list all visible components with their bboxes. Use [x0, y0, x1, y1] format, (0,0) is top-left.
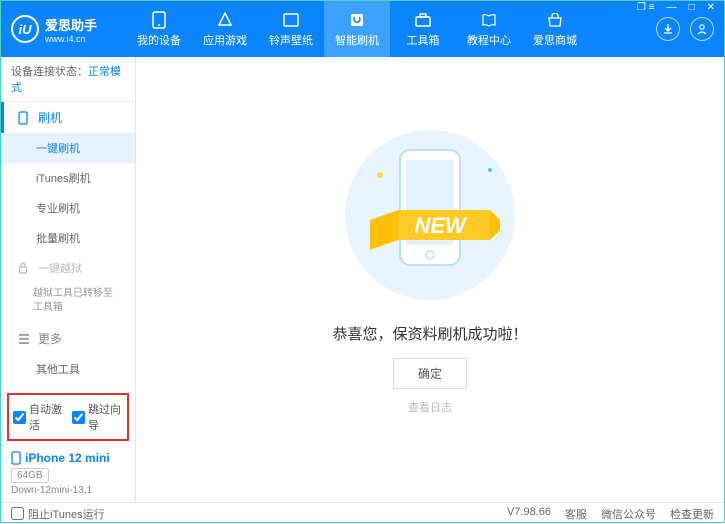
- nav-label: 智能刷机: [335, 32, 379, 48]
- window-close-icon[interactable]: ✕: [705, 0, 717, 15]
- sidebar: 设备连接状态：正常模式 刷机 一键刷机 iTunes刷机 专业刷机 批量刷机 一…: [1, 57, 136, 502]
- check-update-link[interactable]: 检查更新: [670, 506, 714, 522]
- toolbox-icon: [414, 11, 432, 29]
- section-label: 刷机: [38, 109, 62, 126]
- checkbox-label: 阻止iTunes运行: [28, 506, 105, 522]
- window-menu-icon[interactable]: ❐ ≡: [635, 0, 657, 15]
- wechat-link[interactable]: 微信公众号: [601, 506, 656, 522]
- version-label: V7.98.66: [507, 506, 551, 522]
- checkbox-skip-guide[interactable]: 跳过向导: [72, 401, 123, 433]
- checkbox-label: 自动激活: [29, 401, 64, 433]
- view-log-link[interactable]: 查看日志: [408, 399, 452, 415]
- checkbox-input[interactable]: [72, 411, 85, 424]
- jailbreak-note: 越狱工具已转移至工具箱: [1, 283, 135, 323]
- success-illustration: NEW: [340, 125, 520, 305]
- section-label: 更多: [38, 330, 62, 347]
- nav-label: 工具箱: [407, 32, 440, 48]
- window-min-icon[interactable]: —: [665, 0, 679, 15]
- ok-button[interactable]: 确定: [393, 358, 467, 389]
- window-max-icon[interactable]: □: [687, 0, 697, 15]
- apps-icon: [216, 11, 234, 29]
- nav-label: 应用游戏: [203, 32, 247, 48]
- checkbox-input[interactable]: [11, 507, 24, 520]
- nav-label: 铃声壁纸: [269, 32, 313, 48]
- device-storage: 64GB: [11, 468, 49, 483]
- nav-my-device[interactable]: 我的设备: [126, 1, 192, 57]
- footer: 阻止iTunes运行 V7.98.66 客服 微信公众号 检查更新: [1, 502, 724, 524]
- menu-icon: [18, 334, 32, 344]
- book-icon: [480, 11, 498, 29]
- device-name: iPhone 12 mini: [11, 451, 125, 465]
- section-label: 一键越狱: [38, 260, 82, 276]
- nav-ringtones[interactable]: 铃声壁纸: [258, 1, 324, 57]
- sidebar-more-header[interactable]: 更多: [1, 323, 135, 354]
- nav-toolbox[interactable]: 工具箱: [390, 1, 456, 57]
- checkbox-auto-activate[interactable]: 自动激活: [13, 401, 64, 433]
- nav-apps[interactable]: 应用游戏: [192, 1, 258, 57]
- success-message: 恭喜您，保资料刷机成功啦！: [332, 323, 527, 344]
- app-header: iU 爱思助手 www.i4.cn 我的设备 应用游戏 铃声壁纸 智能刷机 工具…: [1, 1, 724, 57]
- nav-store[interactable]: 爱思商城: [522, 1, 588, 57]
- nav-label: 教程中心: [467, 32, 511, 48]
- phone-icon: [150, 11, 168, 29]
- status-label: 设备连接状态：: [11, 66, 88, 78]
- main-content: NEW 恭喜您，保资料刷机成功啦！ 确定 查看日志: [136, 57, 724, 502]
- sidebar-item-itunes[interactable]: iTunes刷机: [1, 163, 135, 193]
- device-model: Down-12mini-13,1: [11, 485, 125, 496]
- wallpaper-icon: [282, 11, 300, 29]
- phone-small-icon: [18, 111, 32, 125]
- checkbox-label: 跳过向导: [88, 401, 123, 433]
- logo-icon: iU: [11, 15, 39, 43]
- sidebar-item-batch[interactable]: 批量刷机: [1, 223, 135, 253]
- nav-smart-flash[interactable]: 智能刷机: [324, 1, 390, 57]
- sidebar-item-download-fw[interactable]: 下载固件: [1, 384, 135, 389]
- sidebar-jailbreak-header: 一键越狱: [1, 253, 135, 283]
- options-highlight-box: 自动激活 跳过向导: [7, 393, 129, 441]
- device-icon: [11, 451, 21, 465]
- sidebar-item-oneclick[interactable]: 一键刷机: [1, 133, 135, 163]
- download-button[interactable]: [656, 17, 680, 41]
- logo[interactable]: iU 爱思助手 www.i4.cn: [11, 15, 126, 44]
- connection-status: 设备连接状态：正常模式: [1, 57, 135, 102]
- user-button[interactable]: [690, 17, 714, 41]
- app-title: 爱思助手: [45, 15, 97, 34]
- ribbon-text: NEW: [414, 213, 468, 238]
- nav-label: 我的设备: [137, 32, 181, 48]
- flash-icon: [348, 11, 366, 29]
- store-icon: [546, 11, 564, 29]
- customer-service-link[interactable]: 客服: [565, 506, 587, 522]
- lock-icon: [18, 262, 32, 274]
- device-info[interactable]: iPhone 12 mini 64GB Down-12mini-13,1: [1, 445, 135, 502]
- block-itunes-checkbox[interactable]: 阻止iTunes运行: [11, 506, 105, 522]
- top-nav: 我的设备 应用游戏 铃声壁纸 智能刷机 工具箱 教程中心 爱思商城: [126, 1, 656, 57]
- sidebar-item-othertools[interactable]: 其他工具: [1, 354, 135, 384]
- app-subtitle: www.i4.cn: [45, 34, 97, 44]
- sidebar-flash-header[interactable]: 刷机: [1, 102, 135, 133]
- nav-tutorials[interactable]: 教程中心: [456, 1, 522, 57]
- nav-label: 爱思商城: [533, 32, 577, 48]
- checkbox-input[interactable]: [13, 411, 26, 424]
- sidebar-item-pro[interactable]: 专业刷机: [1, 193, 135, 223]
